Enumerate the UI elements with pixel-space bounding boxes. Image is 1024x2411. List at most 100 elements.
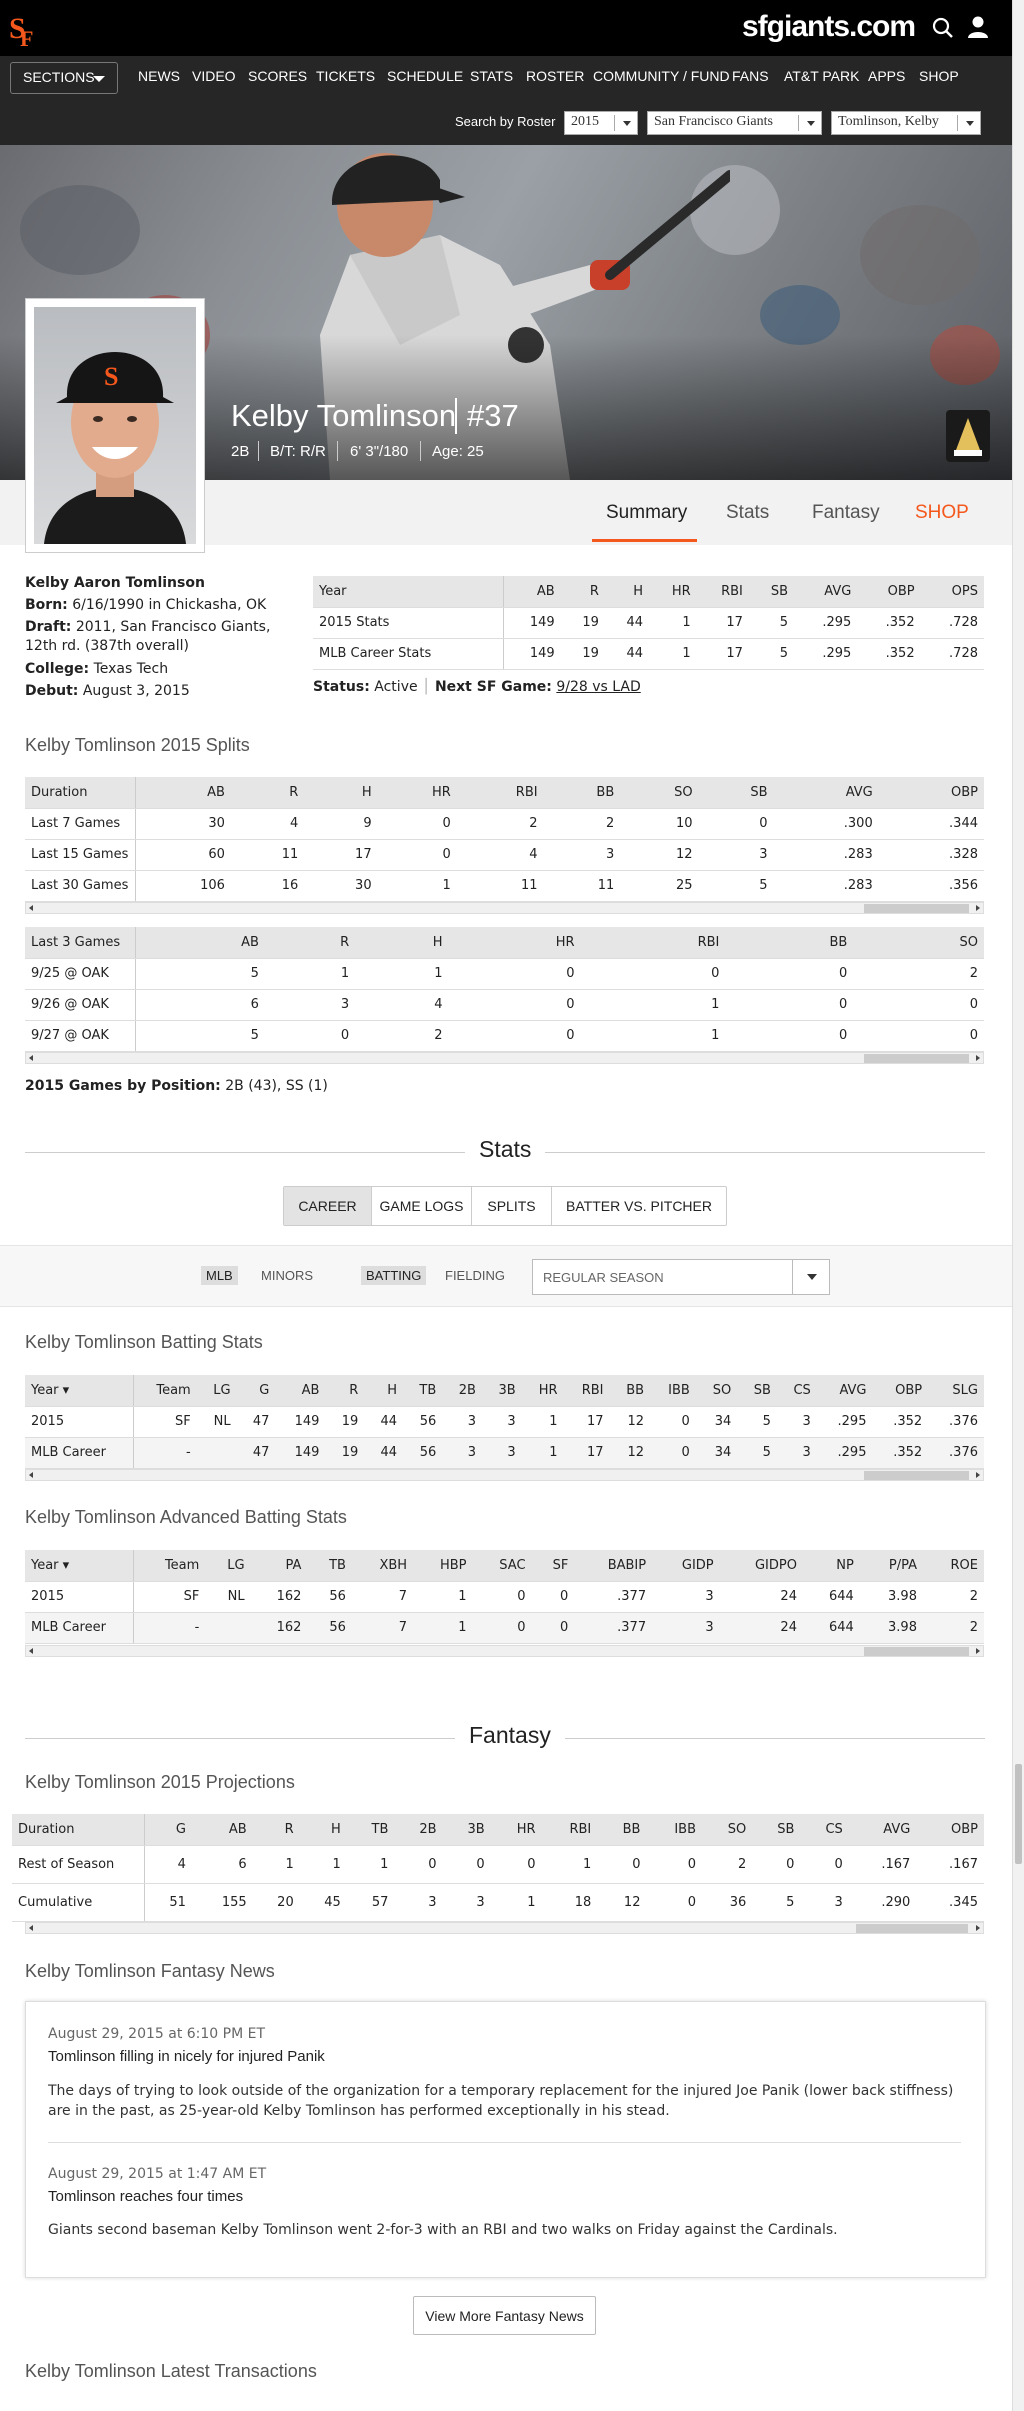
next-game-link[interactable]: 9/28 vs LAD <box>556 679 640 695</box>
col-header: HBP <box>413 1550 473 1582</box>
stats-tab-career[interactable]: CAREER <box>284 1187 372 1225</box>
nav-item-video[interactable]: VIDEO <box>192 68 236 84</box>
tab-summary[interactable]: Summary <box>606 502 687 524</box>
advanced-title: Kelby Tomlinson Advanced Batting Stats <box>25 1507 347 1527</box>
table-cell: 0 <box>377 839 457 871</box>
team-select[interactable]: San Francisco Giants <box>647 111 822 135</box>
col-header-first[interactable]: Year ▾ <box>25 1550 134 1582</box>
scroll-right-icon[interactable] <box>976 1472 980 1478</box>
table-row: MLB Career -47 149 19 44 56 3 3 1 17 12 0 34 5 3.295.3… <box>25 1437 984 1469</box>
table-cell: 30 <box>135 808 231 840</box>
user-icon[interactable] <box>966 15 990 39</box>
tab-shop[interactable]: SHOP <box>915 502 969 524</box>
site-title[interactable]: sfgiants.com <box>742 10 916 44</box>
col-header-first[interactable]: Year ▾ <box>25 1375 134 1407</box>
col-header: AB <box>135 777 231 809</box>
table-row: 9/26 @ OAK 6 3 4 0 1 0 0 <box>25 989 984 1021</box>
table-cell: 0 <box>580 958 726 990</box>
scroll-left-icon[interactable] <box>29 905 33 911</box>
tab-fantasy[interactable]: Fantasy <box>812 502 880 524</box>
table-row: Last 15 Games 60 11 17 0 4 3 12 3.283.328 <box>25 839 984 871</box>
table-cell: 12 <box>597 1883 647 1922</box>
nav-item-apps[interactable]: APPS <box>868 68 905 84</box>
search-icon[interactable] <box>932 17 954 39</box>
player-select[interactable]: Tomlinson, Kelby <box>831 111 981 135</box>
page-scroll-thumb[interactable] <box>1015 1764 1022 1864</box>
nav-item-community[interactable]: COMMUNITY / FUND <box>593 68 730 84</box>
splits-table-scrollbar[interactable] <box>25 902 984 914</box>
col-header: HR <box>649 576 697 608</box>
scroll-left-icon[interactable] <box>29 1925 33 1931</box>
batting-table-scrollbar[interactable] <box>25 1469 984 1481</box>
news-body: Giants second baseman Kelby Tomlinson we… <box>48 2222 838 2238</box>
nav-item-att-park[interactable]: AT&T PARK <box>784 68 859 84</box>
col-header-first: Duration <box>12 1814 145 1846</box>
sort-caret-icon: ▾ <box>58 1382 70 1398</box>
filter-mlb[interactable]: MLB <box>201 1266 238 1285</box>
col-header: XBH <box>351 1550 414 1582</box>
news-headline[interactable]: Tomlinson filling in nicely for injured … <box>48 2048 325 2065</box>
scroll-right-icon[interactable] <box>976 1055 980 1061</box>
scroll-thumb[interactable] <box>864 904 969 913</box>
col-header: NP <box>802 1550 860 1582</box>
table-cell: 0 <box>725 1020 854 1052</box>
scroll-right-icon[interactable] <box>976 1925 980 1931</box>
table-cell: 47 <box>236 1437 276 1469</box>
table-header-row: Year ▾ Team LG PA TB XBH HBP SAC SF BABIP GIDP GIDP… <box>25 1550 984 1582</box>
fantasy-news-title: Kelby Tomlinson Fantasy News <box>25 1961 275 1981</box>
games-table-scrollbar[interactable] <box>25 1052 984 1064</box>
scroll-thumb[interactable] <box>864 1054 969 1063</box>
scroll-thumb[interactable] <box>864 1471 969 1480</box>
table-cell: 17 <box>696 607 749 639</box>
scroll-right-icon[interactable] <box>976 1648 980 1654</box>
tab-stats[interactable]: Stats <box>726 502 769 524</box>
advanced-table-scrollbar[interactable] <box>25 1645 984 1657</box>
filter-minors[interactable]: MINORS <box>256 1266 318 1285</box>
table-cell: 0 <box>646 1883 702 1922</box>
scroll-right-icon[interactable] <box>976 905 980 911</box>
table-cell: 4 <box>230 808 305 840</box>
filter-batting[interactable]: BATTING <box>361 1266 427 1285</box>
stats-tab-splits[interactable]: SPLITS <box>472 1187 552 1225</box>
scroll-left-icon[interactable] <box>29 1648 33 1654</box>
scroll-thumb[interactable] <box>864 1647 969 1656</box>
table-cell: 162 <box>250 1581 308 1613</box>
nav-item-fans[interactable]: FANS <box>732 68 769 84</box>
scroll-thumb[interactable] <box>856 1924 968 1933</box>
projections-table-scrollbar[interactable] <box>25 1922 984 1934</box>
sections-menu-button[interactable]: SECTIONS <box>10 62 118 94</box>
scroll-left-icon[interactable] <box>29 1055 33 1061</box>
filter-fielding[interactable]: FIELDING <box>440 1266 510 1285</box>
nav-item-shop[interactable]: SHOP <box>919 68 959 84</box>
scroll-left-icon[interactable] <box>29 1472 33 1478</box>
table-cell: 11 <box>456 870 544 902</box>
col-header: AB <box>503 576 561 608</box>
season-select[interactable]: REGULAR SEASON <box>532 1259 830 1295</box>
col-header-first: Duration <box>25 777 136 809</box>
bio-college: Texas Tech <box>93 661 169 677</box>
table-cell: 5 <box>748 638 794 670</box>
table-cell: 0 <box>448 989 581 1021</box>
nav-item-news[interactable]: NEWS <box>138 68 180 84</box>
table-cell: 0 <box>448 1020 581 1052</box>
nav-item-roster[interactable]: ROSTER <box>526 68 584 84</box>
year-select[interactable]: 2015 <box>564 111 638 135</box>
page-scrollbar[interactable] <box>1012 0 1024 2411</box>
stats-tab-batter-vs-pitcher[interactable]: BATTER VS. PITCHER <box>552 1187 726 1225</box>
table-cell: 7 <box>351 1612 414 1644</box>
table-cell: 60 <box>135 839 231 871</box>
table-cell: .283 <box>773 839 879 871</box>
nav-item-stats[interactable]: STATS <box>470 68 513 84</box>
svg-text:S: S <box>104 362 118 391</box>
nav-item-tickets[interactable]: TICKETS <box>316 68 375 84</box>
player-age: Age: 25 <box>432 443 484 460</box>
nav-item-schedule[interactable]: SCHEDULE <box>387 68 463 84</box>
table-cell: 0 <box>264 1020 356 1052</box>
table-cell: 5 <box>748 607 794 639</box>
table-cell: .356 <box>878 870 984 902</box>
view-more-fantasy-news-button[interactable]: View More Fantasy News <box>413 2296 596 2335</box>
news-headline[interactable]: Tomlinson reaches four times <box>48 2188 243 2205</box>
stats-tab-game-logs[interactable]: GAME LOGS <box>372 1187 472 1225</box>
nav-item-scores[interactable]: SCORES <box>248 68 307 84</box>
sf-logo-icon[interactable]: S F <box>8 8 38 48</box>
